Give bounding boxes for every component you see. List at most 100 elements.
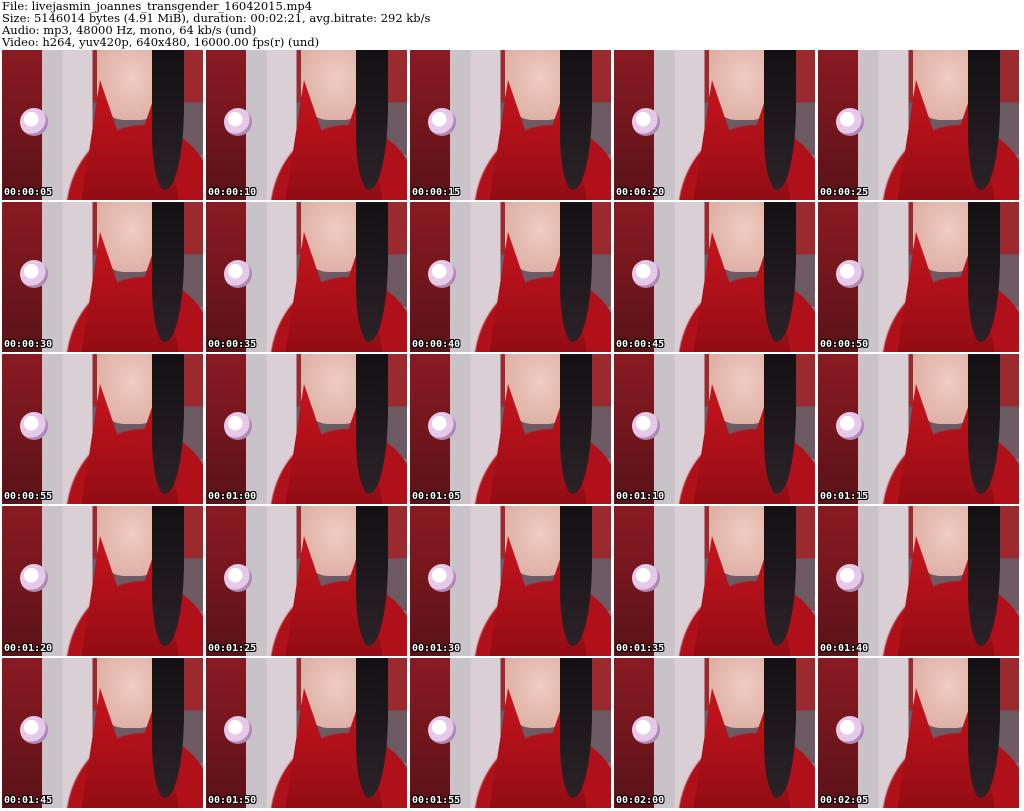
thumbnail-lamp	[428, 716, 456, 744]
thumbnail-lamp	[20, 716, 48, 744]
thumbnail-hair	[152, 50, 184, 190]
thumbnail-lamp	[224, 564, 252, 592]
thumbnail-timestamp: 00:00:40	[412, 339, 461, 350]
thumbnail-lamp	[836, 260, 864, 288]
thumbnail-hair	[152, 506, 184, 646]
video-thumbnail: 00:01:10	[614, 354, 815, 504]
thumbnail-timestamp: 00:00:15	[412, 187, 461, 198]
thumbnail-lamp	[224, 412, 252, 440]
thumbnail-hair	[560, 50, 592, 190]
thumbnail-hair	[968, 658, 1000, 798]
thumbnail-hair	[152, 658, 184, 798]
video-thumbnail: 00:01:40	[818, 506, 1019, 656]
thumbnail-hair	[968, 506, 1000, 646]
thumbnail-lamp	[224, 108, 252, 136]
thumbnail-lamp	[20, 564, 48, 592]
thumbnail-timestamp: 00:01:15	[820, 491, 869, 502]
video-info-line: Video: h264, yuv420p, 640x480, 16000.00 …	[2, 35, 320, 49]
thumbnail-hair	[560, 506, 592, 646]
thumbnail-hair	[560, 658, 592, 798]
video-thumbnail: 00:01:55	[410, 658, 611, 808]
video-thumbnail: 00:00:10	[206, 50, 407, 200]
video-thumbnail: 00:00:25	[818, 50, 1019, 200]
thumbnail-lamp	[632, 108, 660, 136]
thumbnail-lamp	[20, 108, 48, 136]
thumbnail-lamp	[836, 412, 864, 440]
thumbnail-hair	[560, 354, 592, 494]
thumbnail-hair	[152, 354, 184, 494]
thumbnail-lamp	[632, 564, 660, 592]
thumbnail-timestamp: 00:01:20	[4, 643, 53, 654]
thumbnail-lamp	[224, 716, 252, 744]
thumbnail-hair	[968, 202, 1000, 342]
thumbnail-timestamp: 00:00:10	[208, 187, 257, 198]
thumbnail-lamp	[428, 260, 456, 288]
video-thumbnail: 00:00:35	[206, 202, 407, 352]
thumbnail-hair	[764, 506, 796, 646]
video-thumbnail: 00:00:45	[614, 202, 815, 352]
video-thumbnail: 00:01:50	[206, 658, 407, 808]
thumbnail-hair	[764, 50, 796, 190]
thumbnail-lamp	[836, 564, 864, 592]
thumbnail-timestamp: 00:01:35	[616, 643, 665, 654]
thumbnail-timestamp: 00:00:50	[820, 339, 869, 350]
video-thumbnail: 00:00:30	[2, 202, 203, 352]
thumbnail-timestamp: 00:01:25	[208, 643, 257, 654]
thumbnail-timestamp: 00:00:55	[4, 491, 53, 502]
thumbnail-hair	[356, 354, 388, 494]
video-thumbnail: 00:01:25	[206, 506, 407, 656]
thumbnail-timestamp: 00:02:00	[616, 795, 665, 806]
thumbnail-hair	[968, 354, 1000, 494]
thumbnail-hair	[356, 506, 388, 646]
file-info-header: File: livejasmin_joannes_transgender_160…	[0, 0, 1024, 49]
thumbnail-lamp	[428, 108, 456, 136]
thumbnail-timestamp: 00:01:50	[208, 795, 257, 806]
thumbnail-timestamp: 00:00:20	[616, 187, 665, 198]
thumbnail-lamp	[20, 412, 48, 440]
thumbnail-grid: 00:00:05 00:00:10 00:00:15 00:00:20 00:00:25…	[2, 50, 1019, 808]
thumbnail-timestamp: 00:01:00	[208, 491, 257, 502]
video-thumbnail: 00:00:55	[2, 354, 203, 504]
video-thumbnail: 00:01:45	[2, 658, 203, 808]
thumbnail-hair	[968, 50, 1000, 190]
thumbnail-lamp	[836, 108, 864, 136]
thumbnail-hair	[356, 50, 388, 190]
thumbnail-lamp	[836, 716, 864, 744]
thumbnail-lamp	[632, 716, 660, 744]
video-thumbnail: 00:02:00	[614, 658, 815, 808]
thumbnail-lamp	[632, 260, 660, 288]
thumbnail-timestamp: 00:01:30	[412, 643, 461, 654]
video-thumbnail: 00:00:20	[614, 50, 815, 200]
thumbnail-hair	[356, 202, 388, 342]
thumbnail-timestamp: 00:00:30	[4, 339, 53, 350]
video-thumbnail: 00:01:20	[2, 506, 203, 656]
thumbnail-hair	[560, 202, 592, 342]
video-thumbnail: 00:01:30	[410, 506, 611, 656]
thumbnail-timestamp: 00:01:45	[4, 795, 53, 806]
video-thumbnail: 00:01:15	[818, 354, 1019, 504]
thumbnail-timestamp: 00:01:10	[616, 491, 665, 502]
thumbnail-timestamp: 00:01:40	[820, 643, 869, 654]
thumbnail-lamp	[20, 260, 48, 288]
video-thumbnail: 00:00:40	[410, 202, 611, 352]
thumbnail-hair	[764, 658, 796, 798]
thumbnail-hair	[764, 354, 796, 494]
thumbnail-timestamp: 00:01:55	[412, 795, 461, 806]
video-thumbnail: 00:02:05	[818, 658, 1019, 808]
video-thumbnail: 00:00:05	[2, 50, 203, 200]
thumbnail-lamp	[224, 260, 252, 288]
video-thumbnail: 00:01:00	[206, 354, 407, 504]
video-thumbnail: 00:00:15	[410, 50, 611, 200]
thumbnail-timestamp: 00:01:05	[412, 491, 461, 502]
video-thumbnail: 00:01:05	[410, 354, 611, 504]
thumbnail-timestamp: 00:00:25	[820, 187, 869, 198]
video-thumbnail: 00:00:50	[818, 202, 1019, 352]
video-thumbnail: 00:01:35	[614, 506, 815, 656]
thumbnail-hair	[152, 202, 184, 342]
thumbnail-timestamp: 00:00:35	[208, 339, 257, 350]
thumbnail-hair	[356, 658, 388, 798]
thumbnail-hair	[764, 202, 796, 342]
thumbnail-timestamp: 00:00:45	[616, 339, 665, 350]
thumbnail-timestamp: 00:00:05	[4, 187, 53, 198]
thumbnail-lamp	[428, 564, 456, 592]
